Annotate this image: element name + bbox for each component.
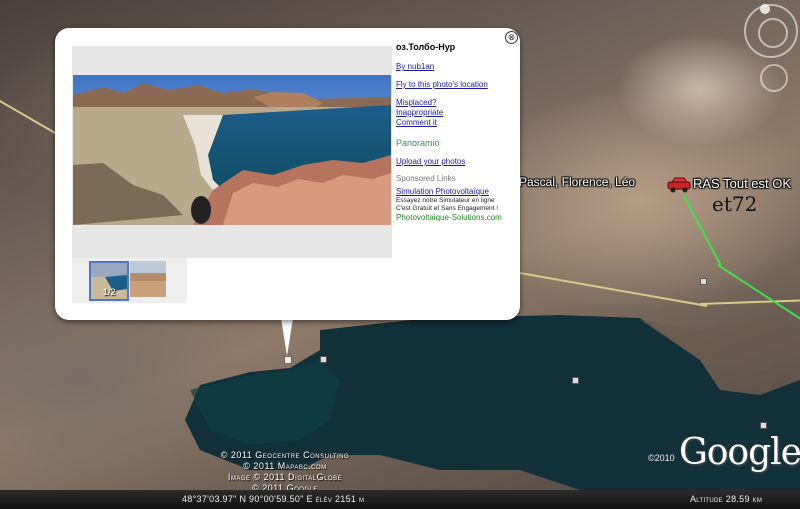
photo-thumbnail[interactable] (130, 261, 166, 297)
map-credits: © 2011 Geocentre Consulting © 2011 Mapab… (200, 450, 370, 494)
photo-marker-icon[interactable] (572, 377, 579, 384)
ad-url[interactable]: Photovoltaique-Solutions.com (396, 213, 514, 223)
photo-marker-icon[interactable] (284, 356, 292, 364)
move-joystick-icon[interactable] (760, 64, 788, 92)
fly-to-link[interactable]: Fly to this photo's location (396, 80, 514, 90)
ad-title-link[interactable]: Simulation Photovoltaïque (396, 187, 514, 197)
status-bar: 48°37'03.97" N 90°00'59.50" E élév 2151 … (0, 490, 800, 509)
altitude-readout: Altitude 28.59 km (690, 494, 763, 504)
comment-link[interactable]: Comment it (396, 118, 514, 128)
panoramio-logo-part: Pan (396, 138, 413, 148)
credit-line: © 2011 Geocentre Consulting (220, 450, 350, 460)
ad-text: Essayez notre Simulateur en ligne (396, 197, 495, 204)
photo-info: оз.Толбо-Нур By nub1an Fly to this photo… (396, 42, 514, 223)
thumbnail-strip: 1/2 (72, 258, 187, 303)
balloon-pointer (281, 318, 293, 356)
misplaced-link[interactable]: Misplaced? (396, 98, 514, 108)
north-indicator-icon[interactable] (760, 4, 770, 14)
coordinates-readout: 48°37'03.97" N 90°00'59.50" E élév 2151 … (182, 494, 365, 504)
photo-marker-icon[interactable] (760, 422, 767, 429)
credit-line: Image © 2011 DigitalGlobe (227, 472, 343, 482)
author-link[interactable]: By nub1an (396, 62, 514, 72)
copyright-year: ©2010 (648, 453, 675, 463)
ad-text: C'est Gratuit et Sans Engagement ! (396, 205, 499, 212)
photo-marker-icon[interactable] (700, 278, 707, 285)
navigation-compass-icon[interactable] (744, 4, 798, 58)
upload-photos-link[interactable]: Upload your photos (396, 157, 514, 167)
car-placemark-icon[interactable] (666, 176, 692, 194)
inappropriate-link[interactable]: Inappropriate (396, 108, 514, 118)
placemark-label-names: Pascal, Florence, Léo (519, 175, 636, 189)
photo-thumbnail[interactable]: 1/2 (89, 261, 129, 301)
placemark-label-status: RAS Tout est OK (693, 176, 792, 191)
photo-info-balloon: ⊗ 1/2 оз.Толбо-Нур By nub1an Fly to this… (55, 28, 520, 320)
google-logo: Google (679, 432, 800, 473)
sponsored-links-heading: Sponsored Links (396, 174, 456, 183)
panorama-photo[interactable] (73, 75, 391, 225)
thumbnail-count: 1/2 (103, 287, 116, 297)
photo-title: оз.Толбо-Нур (396, 42, 456, 52)
photo-panel (72, 46, 392, 258)
photo-marker-icon[interactable] (320, 356, 327, 363)
look-joystick-icon[interactable] (758, 18, 788, 48)
handwritten-label: et72 (712, 192, 758, 216)
credit-line: © 2011 Mapabc.com (243, 461, 327, 471)
panoramio-logo[interactable]: Panoramio (396, 138, 514, 148)
panoramio-logo-part: ramio (417, 138, 440, 148)
